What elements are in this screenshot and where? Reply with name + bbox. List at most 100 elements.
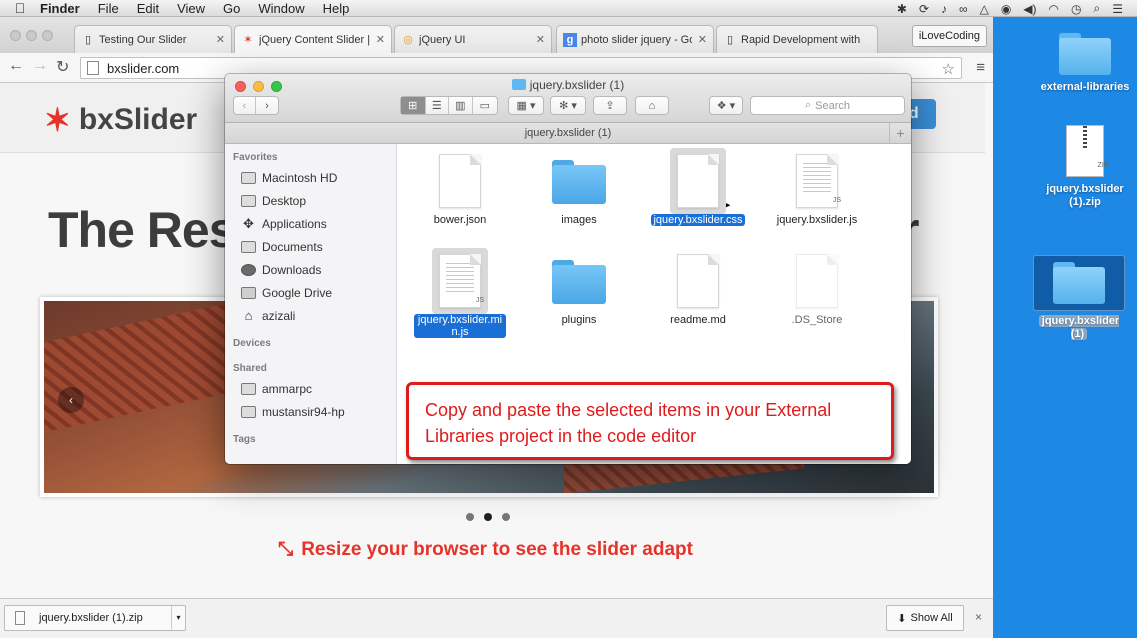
profile-button[interactable]: iLoveCoding [911,25,987,47]
dropbox-button[interactable]: ❖ ▾ [709,96,743,115]
slider-prev-button[interactable]: ‹ [58,387,84,413]
sidebar-item-downloads[interactable]: Downloads [241,263,321,277]
forward-chevron-icon[interactable]: › [256,97,278,114]
sync-icon[interactable]: ⟳ [919,2,929,16]
sidebar-item-desktop[interactable]: Desktop [241,194,306,208]
creative-cloud-icon[interactable]: ∞ [959,2,968,16]
slider-pager-dot[interactable] [502,513,510,521]
tab-close-icon[interactable]: ✕ [698,33,707,46]
slider-pager-dot-active[interactable] [484,513,492,521]
notification-bell-icon[interactable]: ♪ [941,2,947,16]
menu-window[interactable]: Window [258,1,304,16]
file-item-bower-json[interactable]: bower.json [405,154,515,226]
jquery-ui-icon: ◎ [403,34,413,46]
file-item-jquery-bxslider-js[interactable]: JS jquery.bxslider.js [762,154,872,226]
window-close-button[interactable] [10,30,21,41]
forward-arrow-icon[interactable]: → [32,57,48,75]
finder-tab-title[interactable]: jquery.bxslider (1) [525,127,612,139]
menu-file[interactable]: File [98,1,119,16]
menu-help[interactable]: Help [323,1,350,16]
back-chevron-icon[interactable]: ‹ [234,97,257,114]
arrange-button[interactable]: ▦ ▾ [508,96,544,115]
tags-button[interactable]: ⌂ [635,96,669,115]
show-all-downloads-button[interactable]: ⬇ Show All [886,605,964,631]
reload-icon[interactable]: ↻ [56,57,69,77]
column-view-icon[interactable]: ▥ [449,97,473,114]
clock-icon[interactable]: ◷ [1071,2,1081,16]
menu-app-finder[interactable]: Finder [40,1,80,16]
js-file-icon: JS [439,254,484,308]
sidebar-section-tags: Tags [233,434,256,445]
menu-edit[interactable]: Edit [137,1,159,16]
tab-close-icon[interactable]: ✕ [216,33,225,46]
bluetooth-icon[interactable]: ✱ [897,2,907,16]
menu-go[interactable]: Go [223,1,240,16]
download-menu-caret-icon[interactable]: ▾ [171,606,185,630]
js-file-icon: JS [796,154,841,208]
file-item-plugins[interactable]: plugins [524,254,634,326]
site-logo[interactable]: ✶ bxSlider [44,101,197,139]
desktop-folder-jquery-bxslider[interactable]: jquery.bxslider (1) [1033,255,1125,341]
google-icon: g [563,32,577,47]
bookmark-star-icon[interactable]: ☆ [942,60,955,78]
share-button[interactable]: ⇪ [593,96,627,115]
sidebar-item-ammarpc[interactable]: ammarpc [241,382,312,396]
new-tab-plus-icon[interactable]: + [889,123,911,143]
folder-icon [1059,33,1111,75]
cover-flow-icon[interactable]: ▭ [473,97,497,114]
finder-window-title: jquery.bxslider (1) [225,78,911,92]
tab-testing-our-slider[interactable]: ▯ Testing Our Slider ✕ [74,25,232,53]
finder-titlebar: jquery.bxslider (1) ‹ › ⊞ ☰ ▥ ▭ ▦ ▾ ✻ ▾ … [225,74,911,123]
close-shelf-icon[interactable]: × [975,610,982,624]
sidebar-section-shared: Shared [233,363,267,374]
file-item-images[interactable]: images [524,154,634,226]
file-item-ds-store[interactable]: .DS_Store [762,254,872,326]
spotlight-search-icon[interactable]: ⌕ [1094,1,1101,16]
desktop-icon [241,195,256,207]
wifi-icon[interactable]: ◠ [1049,2,1059,16]
back-arrow-icon[interactable]: ← [8,57,24,75]
list-view-icon[interactable]: ☰ [426,97,450,114]
tab-photo-slider-jquery[interactable]: g photo slider jquery - Goo ✕ [556,25,714,53]
tab-close-icon[interactable]: ✕ [536,33,545,46]
resize-arrows-icon: ⤡ [278,539,294,560]
file-item-jquery-bxslider-css[interactable]: jquery.bxslider.css [643,148,753,226]
share-icon: ⇪ [605,100,615,112]
file-item-jquery-bxslider-min-js[interactable]: JS jquery.bxslider.min.js [405,248,515,338]
dropbox-icon: ❖ ▾ [716,100,736,112]
window-zoom-button[interactable] [42,30,53,41]
volume-icon[interactable]: ◀) [1023,2,1036,16]
tab-jquery-ui[interactable]: ◎ jQuery UI ✕ [394,25,552,53]
download-item[interactable]: jquery.bxslider (1).zip ▾ [4,605,186,631]
sidebar-item-home[interactable]: ⌂ azizali [241,309,296,323]
sidebar-item-mustansir94-hp[interactable]: mustansir94-hp [241,405,345,419]
sidebar-item-macintosh-hd[interactable]: Macintosh HD [241,171,337,185]
chrome-menu-icon[interactable]: ≡ [976,59,985,76]
page-icon [87,61,99,75]
record-icon[interactable]: ◉ [1001,2,1011,16]
sidebar-item-google-drive[interactable]: Google Drive [241,286,332,300]
mac-menubar:  Finder File Edit View Go Window Help ✱… [0,0,1137,17]
tab-jquery-content-slider[interactable]: ✶ jQuery Content Slider | R ✕ [234,25,392,53]
notification-center-icon[interactable]: ☰ [1112,2,1123,16]
sidebar-item-applications[interactable]: ✥ Applications [241,217,327,231]
file-item-readme-md[interactable]: readme.md [643,254,753,326]
desktop-zip-file[interactable]: ZIP jquery.bxslider (1).zip [1035,125,1135,209]
slider-pager [466,513,510,521]
window-minimize-button[interactable] [26,30,37,41]
finder-search-field[interactable]: ⌕ Search [750,96,905,115]
hero-heading: The Res [48,202,237,258]
sidebar-item-documents[interactable]: Documents [241,240,323,254]
menu-view[interactable]: View [177,1,205,16]
document-icon [439,154,481,208]
zip-file-icon: ZIP [1066,125,1108,177]
icon-view-icon[interactable]: ⊞ [401,97,426,114]
slider-pager-dot[interactable] [466,513,474,521]
finder-sidebar: Favorites Macintosh HD Desktop ✥ Applicat… [225,144,397,464]
apple-menu-icon[interactable]:  [0,0,40,16]
action-button[interactable]: ✻ ▾ [550,96,586,115]
drive-icon[interactable]: △ [980,2,989,16]
tab-close-icon[interactable]: ✕ [376,33,385,46]
desktop-folder-external-libraries[interactable]: external-libraries [1035,33,1135,94]
tab-rapid-development[interactable]: ▯ Rapid Development with [716,25,878,53]
